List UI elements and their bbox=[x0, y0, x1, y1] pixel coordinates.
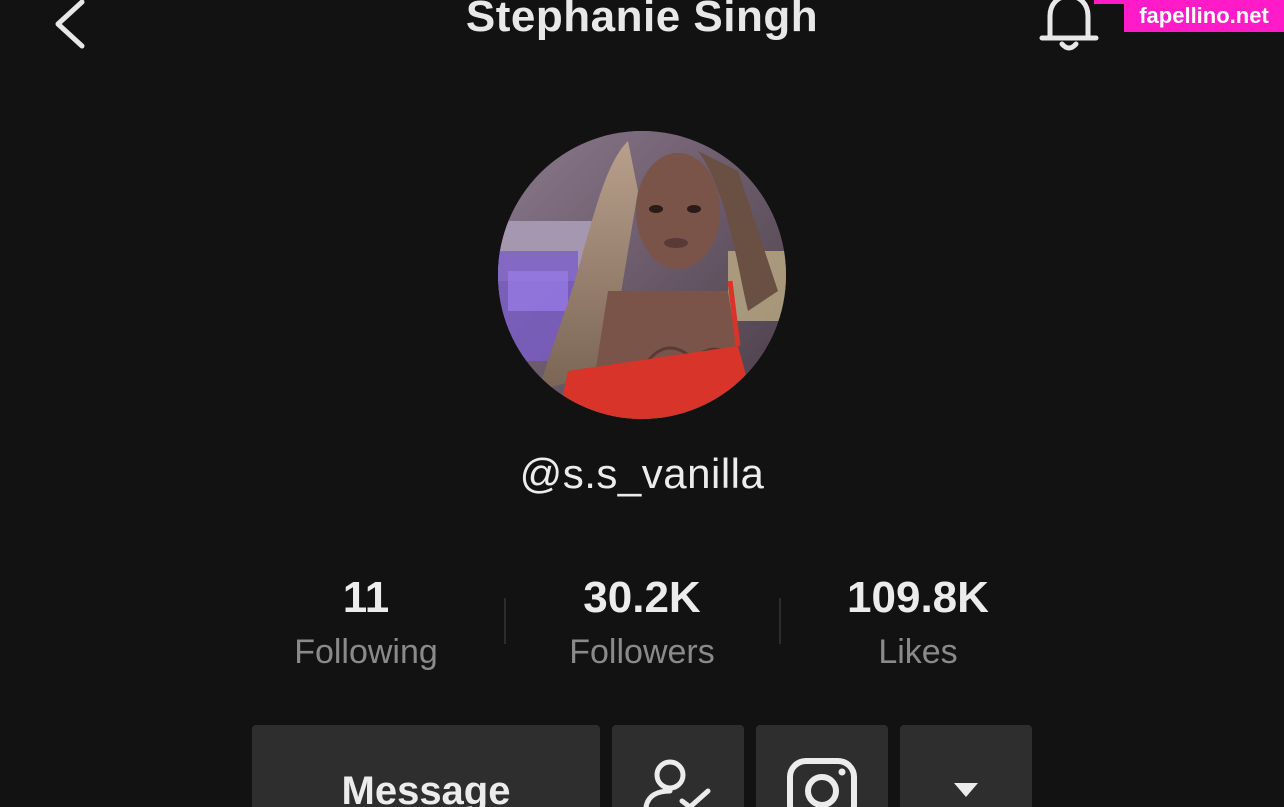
instagram-button[interactable] bbox=[756, 725, 888, 807]
followers-stat[interactable]: 30.2K Followers bbox=[512, 572, 772, 680]
following-label: Following bbox=[294, 633, 438, 671]
following-count: 11 bbox=[342, 573, 390, 622]
likes-stat[interactable]: 109.8K Likes bbox=[788, 572, 1048, 680]
message-button-label: Message bbox=[341, 769, 511, 807]
username-handle: @s.s_vanilla bbox=[519, 450, 765, 497]
caret-down-icon bbox=[954, 783, 978, 797]
likes-label: Likes bbox=[878, 633, 958, 671]
likes-count: 109.8K bbox=[847, 573, 989, 622]
friend-status-button[interactable] bbox=[612, 725, 744, 807]
profile-page: Stephanie Singh fapellino.net @s.s_vanil… bbox=[0, 0, 1284, 807]
message-button[interactable]: Message bbox=[252, 725, 600, 807]
stat-divider bbox=[779, 598, 781, 644]
notification-bell-button[interactable] bbox=[1036, 0, 1102, 52]
avatar[interactable] bbox=[498, 131, 786, 419]
instagram-icon bbox=[787, 758, 857, 807]
more-options-button[interactable] bbox=[900, 725, 1032, 807]
bell-icon bbox=[1039, 0, 1099, 51]
stat-divider bbox=[504, 598, 506, 644]
add-friend-icon bbox=[643, 759, 711, 807]
avatar-photo bbox=[498, 131, 786, 419]
followers-count: 30.2K bbox=[583, 573, 701, 622]
watermark: fapellino.net bbox=[1124, 0, 1284, 32]
followers-label: Followers bbox=[569, 633, 715, 671]
watermark-accent bbox=[1094, 0, 1124, 4]
following-stat[interactable]: 11 Following bbox=[236, 572, 496, 680]
